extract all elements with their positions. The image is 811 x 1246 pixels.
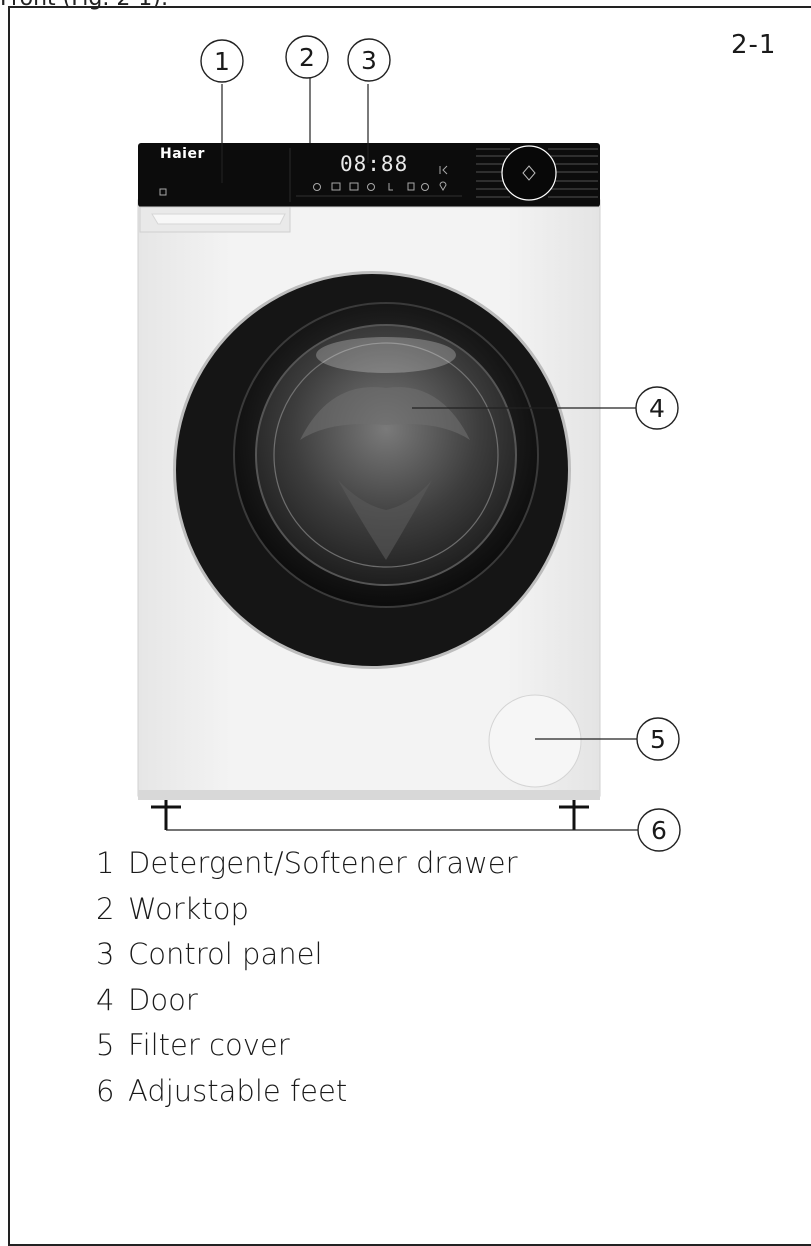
legend-label: Filter cover — [128, 1028, 290, 1062]
legend-num: 5 — [96, 1028, 115, 1062]
legend-num: 1 — [96, 846, 115, 880]
adjustable-feet — [151, 800, 589, 830]
legend-label: Control panel — [128, 937, 323, 971]
callout-6: 6 — [651, 816, 667, 845]
base-strip — [138, 790, 600, 800]
legend-num: 6 — [96, 1073, 115, 1108]
legend-item: 6 Adjustable feet — [96, 1074, 518, 1120]
legend-label: Worktop — [128, 891, 249, 926]
display-time: 08:88 — [340, 152, 409, 176]
door — [173, 271, 571, 669]
callout-4: 4 — [649, 394, 665, 423]
filter-cover — [488, 694, 582, 788]
legend-item: 5 Filter cover — [96, 1028, 518, 1074]
callout-2: 2 — [299, 43, 315, 72]
legend-num: 2 — [96, 891, 115, 926]
legend-num: 4 — [96, 982, 115, 1017]
legend-label: Adjustable feet — [128, 1073, 348, 1108]
callout-5: 5 — [650, 725, 666, 754]
parts-legend: 1 Detergent/Softener drawer 2 Worktop 3 Con… — [96, 846, 518, 1119]
brand-logo: Haier — [160, 146, 205, 162]
legend-item: 2 Worktop — [96, 892, 518, 938]
legend-item: 3 Control panel — [96, 937, 518, 983]
legend-num: 3 — [96, 937, 115, 971]
legend-item: 4 Door — [96, 983, 518, 1029]
legend-label: Detergent/Softener drawer — [128, 846, 518, 880]
callout-3: 3 — [361, 46, 377, 75]
legend-item: 1 Detergent/Softener drawer — [96, 846, 518, 892]
callout-1: 1 — [214, 47, 230, 76]
legend-label: Door — [128, 982, 198, 1017]
